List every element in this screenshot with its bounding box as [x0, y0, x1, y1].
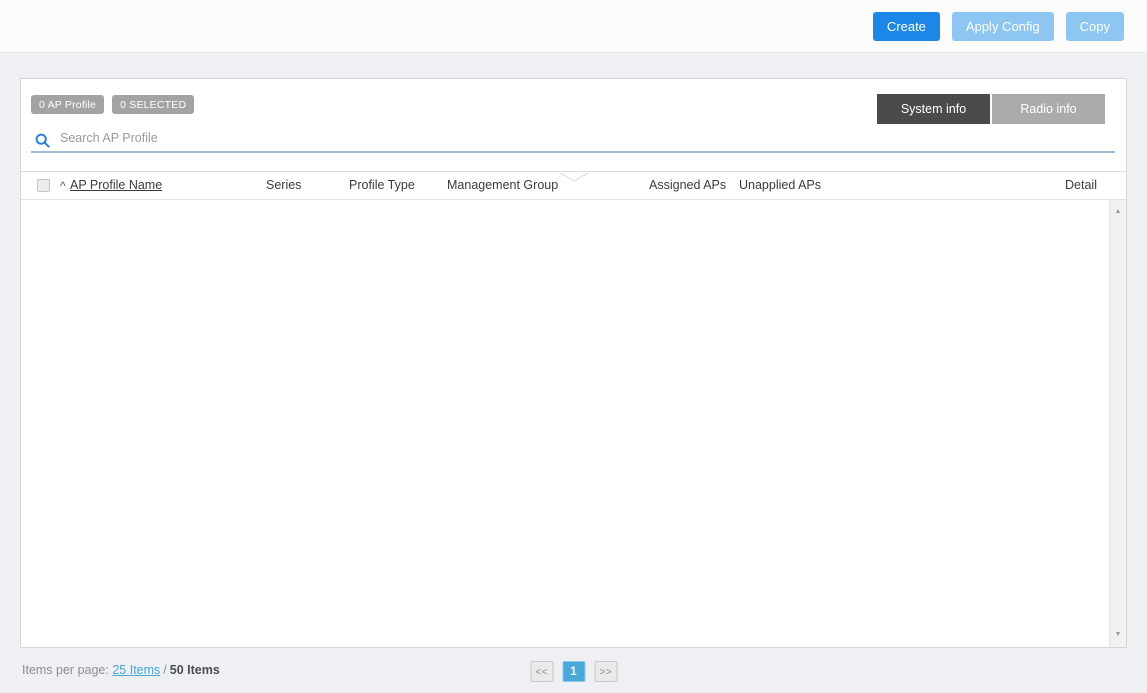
tab-system-info[interactable]: System info [877, 94, 990, 124]
ap-profile-count-badge: 0 AP Profile [31, 95, 104, 114]
count-badges: 0 AP Profile 0 SELECTED [31, 95, 194, 114]
apply-config-button[interactable]: Apply Config [952, 12, 1054, 41]
selected-count-badge: 0 SELECTED [112, 95, 194, 114]
vertical-scrollbar[interactable]: ▲ ▼ [1109, 200, 1126, 647]
items-per-page-label: Items per page: [22, 663, 109, 677]
copy-button[interactable]: Copy [1066, 12, 1124, 41]
create-button[interactable]: Create [873, 12, 940, 41]
column-header-profile-type: Profile Type [349, 172, 415, 199]
pagination: << 1 >> [530, 661, 617, 682]
table-header-row: ^ AP Profile Name Series Profile Type Ma… [21, 171, 1126, 200]
column-header-detail: Detail [1065, 172, 1097, 199]
collapse-chevron-icon[interactable] [560, 171, 588, 181]
items-per-page: Items per page: 25 Items/ 50 Items [22, 663, 220, 677]
ap-profile-panel: 0 AP Profile 0 SELECTED System info Radi… [20, 78, 1127, 648]
pagination-current-page[interactable]: 1 [562, 661, 585, 682]
tab-radio-info[interactable]: Radio info [992, 94, 1105, 124]
table-body: ▲ ▼ [21, 200, 1126, 647]
pagination-last-button[interactable]: >> [594, 661, 617, 682]
per-page-link[interactable]: 25 Items [112, 663, 160, 677]
scroll-up-icon[interactable]: ▲ [1110, 204, 1126, 220]
top-toolbar: Create Apply Config Copy [0, 0, 1147, 53]
per-page-separator: / [163, 663, 166, 677]
footer-bar: Items per page: 25 Items/ 50 Items << 1 >… [0, 648, 1147, 693]
select-all-checkbox[interactable] [37, 179, 50, 192]
sort-ascending-icon[interactable]: ^ [60, 172, 66, 199]
column-header-assigned-aps: Assigned APs [649, 172, 726, 199]
scroll-down-icon[interactable]: ▼ [1110, 627, 1126, 643]
column-header-management-group: Management Group [447, 172, 558, 199]
column-header-ap-profile-name[interactable]: AP Profile Name [70, 172, 162, 199]
info-tabs: System info Radio info [877, 94, 1105, 124]
search-bar [31, 129, 1115, 153]
total-items-label: 50 Items [170, 663, 220, 677]
column-header-unapplied-aps: Unapplied APs [739, 172, 821, 199]
search-icon [35, 133, 50, 148]
pagination-first-button[interactable]: << [530, 661, 553, 682]
column-header-series: Series [266, 172, 301, 199]
search-input[interactable] [50, 131, 1115, 149]
